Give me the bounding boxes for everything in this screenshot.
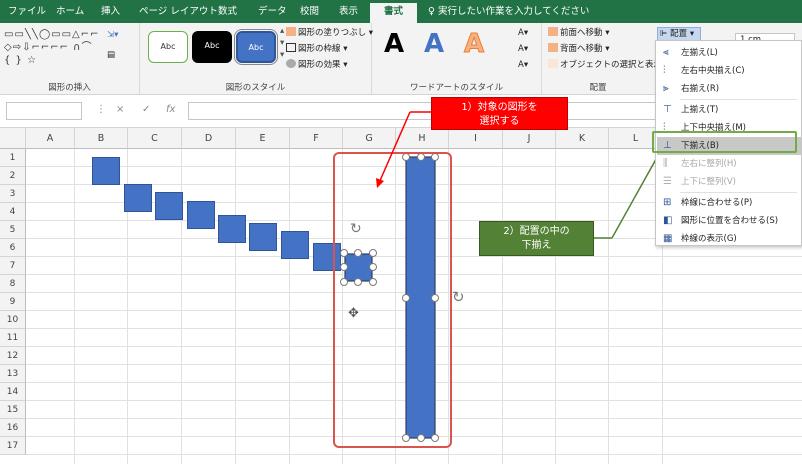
menu-item-label: 枠線の表示(G) [681,234,737,244]
view-gridlines-icon: ▦ [663,233,673,244]
arrow-line-red [378,111,411,184]
excel-window: ファイル ホーム 挿入 ページ レイアウト 数式 データ 校閲 表示 書式 ♀ … [0,0,802,464]
menu-item-align-right[interactable]: ⫸ 右揃え(R) [657,80,801,98]
menu-item-label: 図形に位置を合わせる(S) [681,216,779,226]
align-center-icon: ⫶ [663,65,666,76]
menu-item-align-top[interactable]: ⊤ 上揃え(T) [657,101,801,119]
menu-separator [680,99,797,100]
callout-step2-line2: 下揃え [521,240,552,251]
menu-item-view-gridlines[interactable]: ▦ 枠線の表示(G) [657,230,801,248]
menu-separator [680,192,797,193]
snap-to-grid-icon: ⊞ [663,197,672,208]
menu-item-distribute-vertical[interactable]: ☰ 上下に整列(V) [657,173,801,191]
distribute-vertical-icon: ☰ [663,176,672,187]
align-top-icon: ⊤ [663,104,672,115]
menu-item-label: 左揃え(L) [681,48,718,58]
distribute-horizontal-icon: ⫼ [663,158,668,169]
menu-item-label: 左右中央揃え(C) [681,66,745,76]
snap-to-shape-icon: ◧ [663,215,673,226]
menu-item-label: 右揃え(R) [681,84,720,94]
menu-item-snap-to-shape[interactable]: ◧ 図形に位置を合わせる(S) [657,212,801,230]
menu-item-snap-to-grid[interactable]: ⊞ 枠線に合わせる(P) [657,194,801,212]
arrow-line-green [611,151,661,239]
menu-item-label: 上揃え(T) [681,105,719,115]
menu-item-align-left[interactable]: ⫷ 左揃え(L) [657,44,801,62]
menu-item-align-center[interactable]: ⫶ 左右中央揃え(C) [657,62,801,80]
callout-step1: 1）対象の図形を 選択する [431,97,568,130]
arrow-head-red [376,178,384,188]
bottom-align-highlight [652,131,797,153]
callout-step2: 2）配置の中の 下揃え [479,221,594,256]
menu-item-label: 上下に整列(V) [681,177,736,187]
menu-item-label: 左右に整列(H) [681,159,737,169]
callout-step1-line2: 選択する [479,116,520,127]
menu-item-distribute-horizontal[interactable]: ⫼ 左右に整列(H) [657,155,801,173]
callout-step2-line1: 2）配置の中の [503,226,570,237]
menu-item-label: 枠線に合わせる(P) [681,198,753,208]
align-left-icon: ⫷ [663,47,669,58]
callout-step1-line1: 1）対象の図形を [461,102,538,113]
align-right-icon: ⫸ [663,83,669,94]
